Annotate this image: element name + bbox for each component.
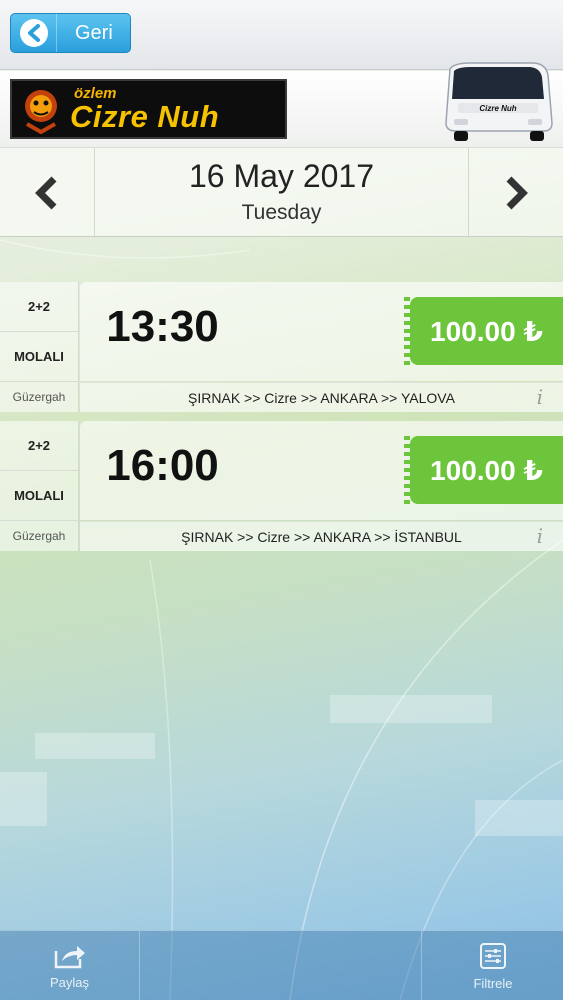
break-label: MOLALI <box>0 471 78 521</box>
previous-day-button[interactable] <box>0 148 95 238</box>
back-button[interactable]: Geri <box>10 13 131 53</box>
filter-label: Filtrele <box>473 975 513 991</box>
info-icon[interactable]: i <box>537 521 543 551</box>
weekday-text: Tuesday <box>241 201 322 224</box>
route-text: ŞIRNAK >> Cizre >> ANKARA >> İSTANBUL <box>80 521 563 551</box>
brand-header: özlem Cizre Nuh Cizre Nuh <box>0 62 563 147</box>
back-chevron-box <box>11 14 57 52</box>
back-button-label: Geri <box>75 21 113 44</box>
chevron-right-icon <box>506 176 528 210</box>
toolbar-middle-area <box>141 931 422 1000</box>
mascot-icon <box>12 81 70 137</box>
route-text: ŞIRNAK >> Cizre >> ANKARA >> YALOVA <box>80 382 563 412</box>
route-label: Güzergah <box>12 390 66 404</box>
date-navigator: 16 May 2017 Tuesday <box>0 147 563 238</box>
route-label: Güzergah <box>12 529 66 543</box>
next-day-button[interactable] <box>468 148 563 238</box>
date-text: 16 May 2017 <box>188 158 374 194</box>
chevron-left-icon <box>19 19 48 47</box>
trip-row[interactable]: 2+2 MOLALI Güzergah 13:30 100.00 ₺ ŞIRNA… <box>0 282 563 412</box>
price-button[interactable]: 100.00 ₺ <box>404 436 563 504</box>
trip-side-info: 2+2 MOLALI Güzergah <box>0 421 79 551</box>
trip-side-info: 2+2 MOLALI Güzergah <box>0 282 79 412</box>
filter-icon <box>480 942 506 969</box>
chevron-left-icon <box>35 176 57 210</box>
trip-row[interactable]: 2+2 MOLALI Güzergah 16:00 100.00 ₺ ŞIRNA… <box>0 421 563 551</box>
logo-big-text: Cizre Nuh <box>70 99 220 134</box>
bus-text: Cizre Nuh <box>479 104 516 113</box>
share-icon <box>54 945 85 968</box>
bus-icon: Cizre Nuh <box>445 62 553 141</box>
price-button[interactable]: 100.00 ₺ <box>404 297 563 365</box>
share-label: Paylaş <box>49 974 90 990</box>
company-logo: özlem Cizre Nuh <box>10 79 287 139</box>
departure-time: 16:00 <box>106 441 219 490</box>
info-icon[interactable]: i <box>537 382 543 412</box>
departure-time: 13:30 <box>106 302 219 351</box>
share-button[interactable]: Paylaş <box>0 931 140 1000</box>
top-bar: Geri <box>0 0 563 70</box>
selected-date: 16 May 2017 Tuesday <box>95 148 468 238</box>
break-label: MOLALI <box>0 332 78 382</box>
seat-type: 2+2 <box>0 421 78 471</box>
bottom-toolbar: Paylaş Filtrele <box>0 930 563 1000</box>
filter-button[interactable]: Filtrele <box>423 931 563 1000</box>
seat-type: 2+2 <box>0 282 78 332</box>
